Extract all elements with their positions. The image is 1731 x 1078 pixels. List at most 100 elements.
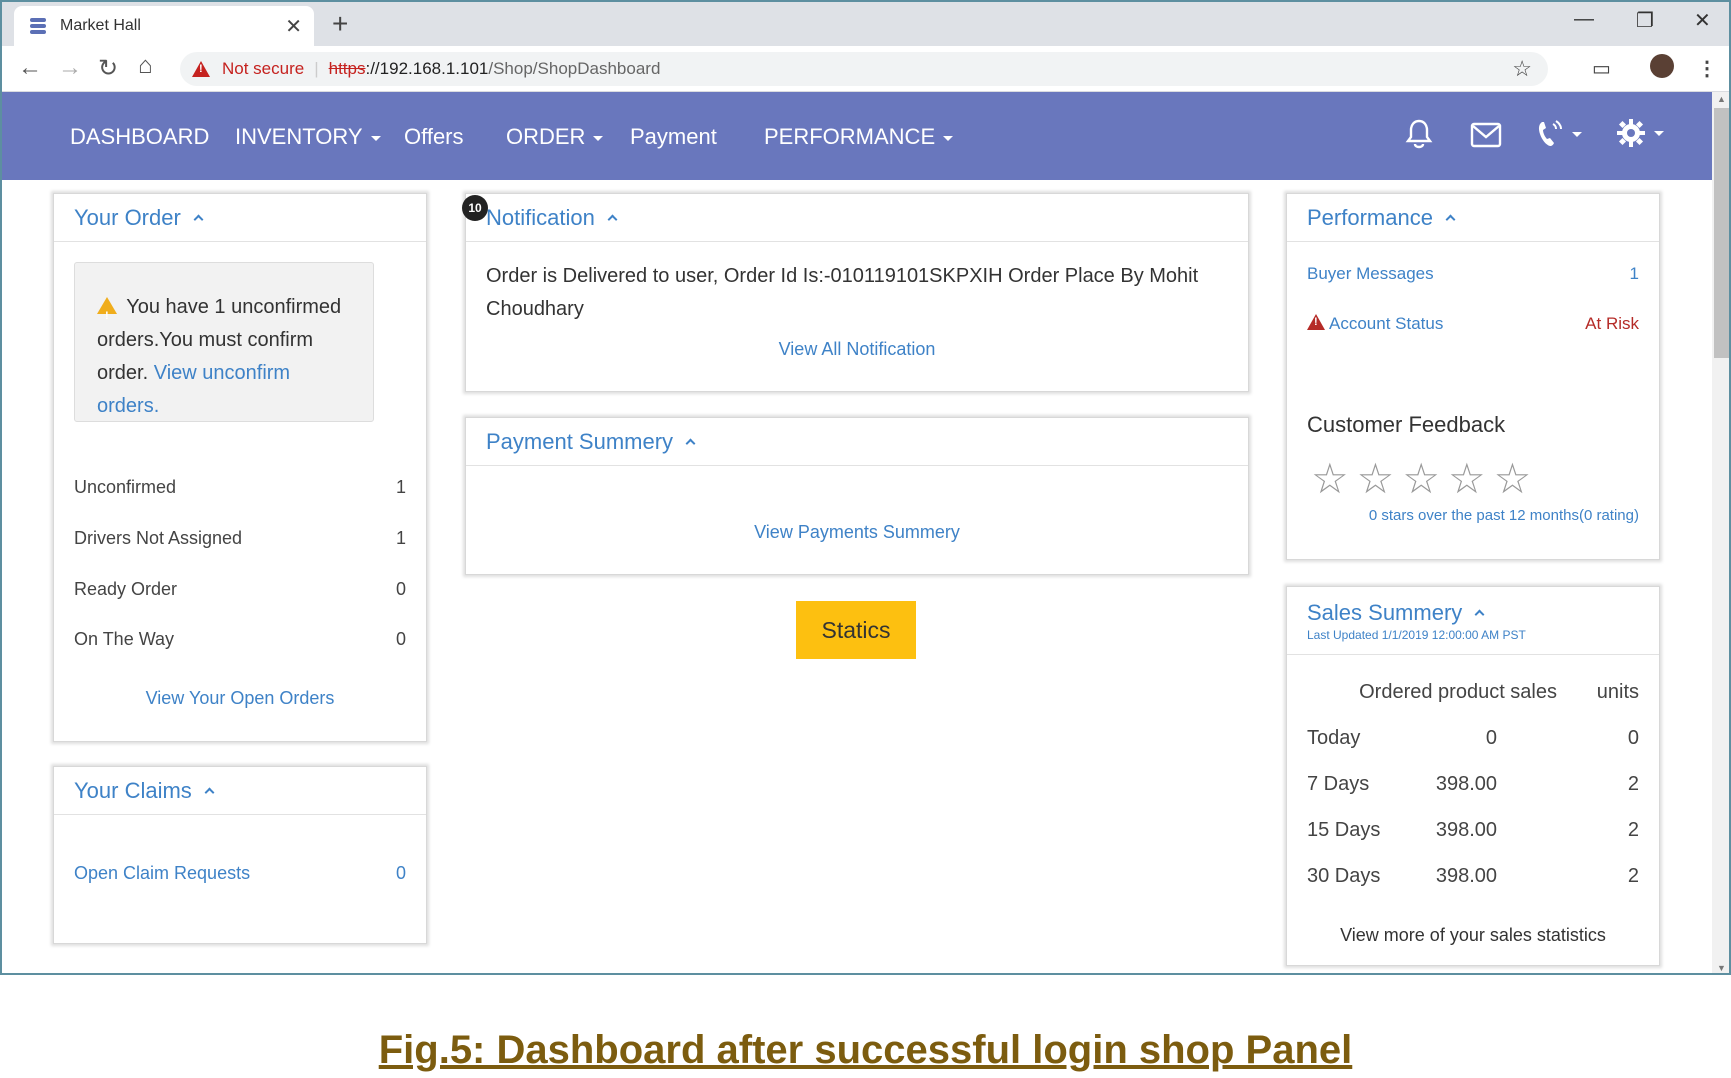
panel-title: Performance (1307, 204, 1433, 230)
panel-title: Your Order (74, 204, 181, 230)
phone-icon[interactable] (1536, 118, 1582, 150)
forward-arrow-icon[interactable]: → (58, 54, 82, 82)
bookmark-star-icon[interactable]: ☆ (1512, 56, 1532, 82)
chevron-up-icon (193, 214, 204, 225)
panel-title: Payment Summery (486, 428, 674, 454)
alert-icon (1307, 314, 1325, 330)
nav-inventory[interactable]: INVENTORY (235, 124, 381, 150)
star-icon: ☆ (1493, 455, 1532, 502)
caret-down-icon (1654, 130, 1664, 136)
rating-summary: 0 stars over the past 12 months(0 rating… (1368, 507, 1639, 524)
account-status-row[interactable]: Account Status At Risk (1307, 314, 1639, 334)
security-warning-icon (192, 61, 210, 77)
sales-summary-header[interactable]: Sales Summery Last Updated 1/1/2019 12:0… (1287, 587, 1659, 655)
tab-title: Market Hall (60, 17, 141, 34)
chevron-up-icon (607, 214, 618, 225)
nav-payment[interactable]: Payment (630, 124, 717, 150)
nav-performance[interactable]: PERFORMANCE (764, 124, 954, 150)
chevron-up-icon (685, 438, 696, 449)
notification-count-badge: 10 (462, 195, 488, 221)
caret-down-icon (370, 135, 381, 141)
buyer-messages-row[interactable]: Buyer Messages 1 (1307, 264, 1639, 284)
back-arrow-icon[interactable]: ← (18, 54, 42, 82)
envelope-icon[interactable] (1470, 122, 1502, 148)
warning-icon (97, 297, 117, 333)
your-claims-panel: Your Claims Open Claim Requests 0 (53, 766, 427, 944)
statics-button[interactable]: Statics (796, 601, 916, 659)
bell-icon[interactable] (1404, 118, 1434, 150)
payment-summary-panel: Payment Summery View Payments Summery (465, 417, 1249, 575)
home-icon[interactable]: ⌂ (138, 52, 153, 80)
open-claims-row[interactable]: Open Claim Requests 0 (74, 863, 406, 884)
panel-title: Your Claims (74, 777, 192, 803)
nav-offers[interactable]: Offers (404, 124, 464, 150)
caret-down-icon (1572, 131, 1582, 137)
list-item: Unconfirmed 1 (74, 477, 406, 497)
list-item: On The Way 0 (74, 629, 406, 649)
app-navbar: DASHBOARD INVENTORY Offers ORDER Payment… (2, 92, 1712, 180)
scroll-down-icon[interactable]: ▼ (1717, 963, 1726, 973)
notification-message: Order is Delivered to user, Order Id Is:… (486, 265, 1199, 320)
table-row: 7 Days 398.00 2 (1307, 772, 1639, 795)
url-input[interactable]: Not secure | https ://192.168.1.101 /Sho… (180, 52, 1548, 86)
security-label: Not secure (222, 59, 305, 78)
scroll-thumb[interactable] (1714, 108, 1729, 358)
caret-down-icon (943, 135, 954, 141)
reload-icon[interactable]: ↻ (98, 54, 118, 83)
view-all-notification-link[interactable]: View All Notification (779, 339, 936, 359)
star-icon: ☆ (1356, 455, 1395, 502)
list-item: Drivers Not Assigned 1 (74, 528, 406, 548)
page-scrollbar[interactable]: ▲ ▼ (1712, 92, 1729, 973)
nav-order[interactable]: ORDER (506, 124, 604, 150)
figure-caption: Fig.5: Dashboard after successful login … (378, 1028, 1353, 1072)
browser-window: Market Hall ✕ + — ❐ ✕ ← → ↻ ⌂ Not secure… (0, 0, 1731, 975)
your-claims-header[interactable]: Your Claims (54, 767, 426, 815)
table-row: 30 Days 398.00 2 (1307, 864, 1639, 887)
url-host: ://192.168.1.101 (365, 59, 489, 78)
last-updated: Last Updated 1/1/2019 12:00:00 AM PST (1307, 627, 1526, 642)
close-tab-icon[interactable]: ✕ (285, 14, 302, 39)
menu-dots-icon[interactable]: ⋮ (1697, 56, 1717, 81)
view-open-orders-link[interactable]: View Your Open Orders (74, 688, 406, 709)
chevron-up-icon (204, 787, 215, 798)
performance-header[interactable]: Performance (1287, 194, 1659, 242)
tab-bar: Market Hall ✕ + — ❐ ✕ (2, 2, 1729, 46)
address-bar-row: ← → ↻ ⌂ Not secure | https ://192.168.1.… (2, 46, 1729, 92)
your-order-header[interactable]: Your Order (54, 194, 426, 242)
browser-tab[interactable]: Market Hall ✕ (14, 6, 314, 46)
list-item: Ready Order 0 (74, 579, 406, 599)
performance-panel: Performance Buyer Messages 1 Account Sta… (1286, 193, 1660, 560)
notification-header[interactable]: Notification (466, 194, 1248, 242)
your-order-panel: Your Order You have 1 unconfirmed orders… (53, 193, 427, 742)
caret-down-icon (593, 135, 604, 141)
url-scheme: https (328, 59, 366, 78)
view-payments-summary-link[interactable]: View Payments Summery (754, 522, 960, 542)
minimize-icon[interactable]: — (1574, 8, 1594, 31)
table-row: Today 0 0 (1307, 726, 1639, 749)
cast-icon[interactable]: ▭ (1592, 56, 1611, 81)
new-tab-icon[interactable]: + (332, 8, 348, 40)
unconfirmed-alert: You have 1 unconfirmed orders.You must c… (74, 262, 374, 422)
sales-header-row: Ordered product sales units (1359, 680, 1639, 703)
url-path: /Shop/ShopDashboard (488, 59, 661, 78)
table-row: 15 Days 398.00 2 (1307, 818, 1639, 841)
star-icon: ☆ (1447, 455, 1486, 502)
profile-avatar[interactable] (1650, 54, 1674, 78)
scroll-up-icon[interactable]: ▲ (1717, 94, 1726, 104)
star-icon: ☆ (1311, 455, 1349, 502)
notification-panel: Notification Order is Delivered to user,… (465, 193, 1249, 392)
close-window-icon[interactable]: ✕ (1694, 8, 1711, 33)
view-sales-statistics-link[interactable]: View more of your sales statistics (1287, 925, 1659, 946)
payment-summary-header[interactable]: Payment Summery (466, 418, 1248, 466)
panel-title: Notification (486, 204, 595, 230)
sales-table: Ordered product sales units Today 0 0 7 Da… (1307, 669, 1639, 899)
gear-icon[interactable] (1616, 118, 1664, 148)
status-badge: At Risk (1585, 314, 1639, 333)
chevron-up-icon (1474, 609, 1485, 620)
star-icon: ☆ (1402, 455, 1440, 502)
rating-stars: ☆ ☆ ☆ ☆ ☆ (1311, 454, 1531, 503)
nav-dashboard[interactable]: DASHBOARD (70, 124, 209, 150)
panel-title: Sales Summery (1307, 599, 1463, 625)
chevron-up-icon (1445, 214, 1456, 225)
restore-icon[interactable]: ❐ (1636, 8, 1654, 33)
